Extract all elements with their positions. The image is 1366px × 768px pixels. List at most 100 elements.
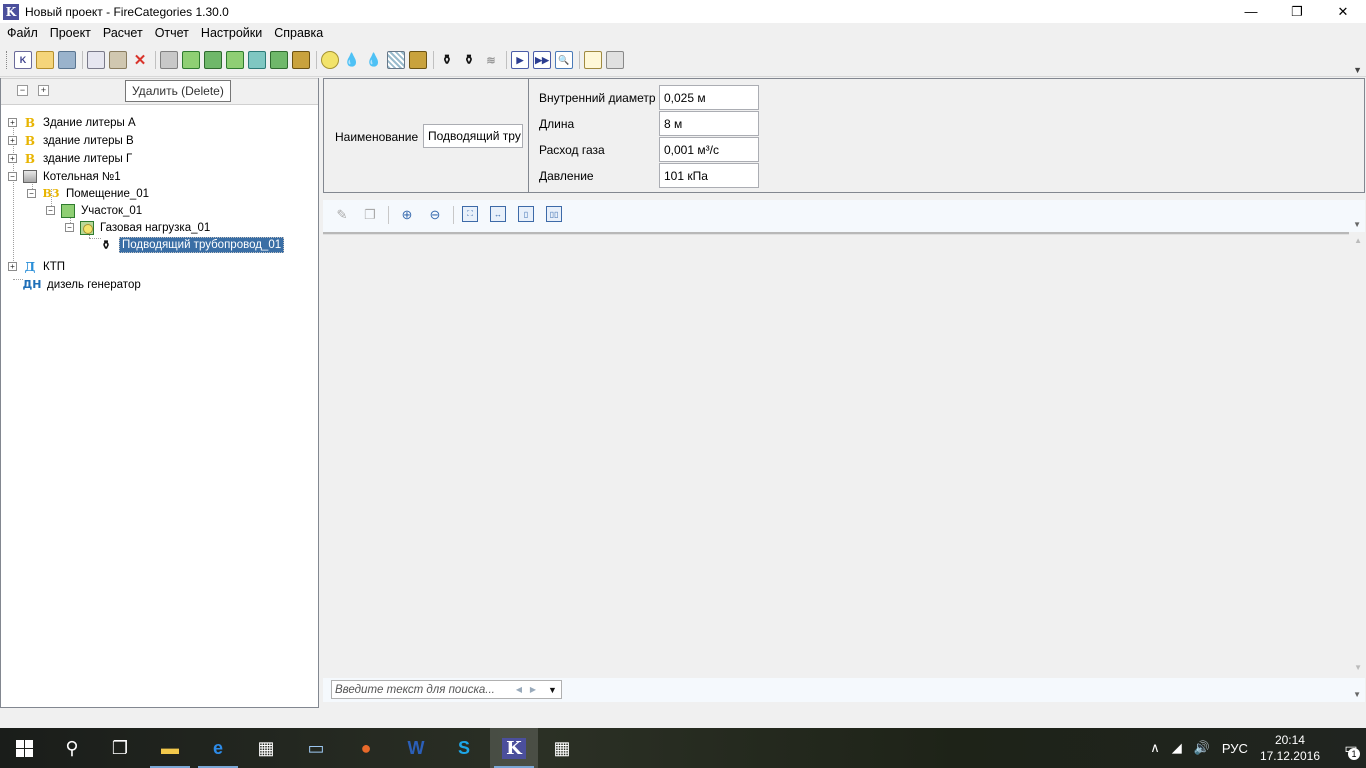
room-icon[interactable]: [204, 51, 222, 69]
two-pages-icon[interactable]: ▯▯: [546, 206, 562, 222]
tree-item[interactable]: − Участок_01: [46, 202, 142, 219]
outdoor-icon[interactable]: [270, 51, 288, 69]
expand-all-button[interactable]: +: [38, 85, 49, 96]
paste-icon[interactable]: [109, 51, 127, 69]
inner-diameter-label: Внутренний диаметр: [539, 91, 656, 105]
firefox-icon[interactable]: ●: [342, 728, 390, 768]
menu-help[interactable]: Справка: [269, 26, 328, 40]
edge-icon[interactable]: e: [194, 728, 242, 768]
minimize-button[interactable]: —: [1228, 0, 1274, 23]
menu-project[interactable]: Проект: [45, 26, 96, 40]
menu-settings[interactable]: Настройки: [196, 26, 267, 40]
length-field[interactable]: 8 м: [659, 111, 759, 136]
language-indicator[interactable]: РУС: [1222, 741, 1248, 756]
maximize-button[interactable]: ❐: [1274, 0, 1320, 23]
search-input[interactable]: Введите текст для поиска...: [332, 684, 512, 696]
task-view-icon[interactable]: ❐: [96, 728, 144, 768]
area-icon[interactable]: [248, 51, 266, 69]
cart-icon[interactable]: [409, 51, 427, 69]
fit-page-icon[interactable]: ⛶: [462, 206, 478, 222]
open-icon[interactable]: [36, 51, 54, 69]
search-next-icon[interactable]: ▶: [526, 685, 540, 694]
copy-page-icon[interactable]: ❐: [360, 206, 380, 224]
run-icon[interactable]: ▶: [511, 51, 529, 69]
tree-item[interactable]: + В здание литеры В: [8, 132, 134, 149]
save-icon[interactable]: [58, 51, 76, 69]
word-icon[interactable]: W: [392, 728, 440, 768]
run-all-icon[interactable]: ▶▶: [533, 51, 551, 69]
report-icon[interactable]: [584, 51, 602, 69]
tree-item[interactable]: − В3 Помещение_01: [27, 185, 149, 202]
print-icon[interactable]: ✎: [332, 206, 352, 224]
menu-report[interactable]: Отчет: [150, 26, 194, 40]
clock[interactable]: 20:14 17.12.2016: [1260, 732, 1320, 764]
scroll-down-icon[interactable]: ▼: [1354, 663, 1362, 672]
tree-item[interactable]: ДН дизель генератор: [23, 276, 141, 293]
expand-icon[interactable]: +: [8, 154, 17, 163]
tree-item[interactable]: + В Здание литеры А: [8, 114, 136, 131]
search-prev-icon[interactable]: ◀: [512, 685, 526, 694]
menu-file[interactable]: Файл: [2, 26, 43, 40]
search-icon[interactable]: ⚲: [48, 728, 96, 768]
search-bar-overflow-icon[interactable]: ▼: [1353, 690, 1361, 699]
flammable-icon[interactable]: [321, 51, 339, 69]
tree-item-selected[interactable]: ⚱ Подводящий трубопровод_01: [99, 236, 285, 253]
collapse-all-button[interactable]: −: [17, 85, 28, 96]
equipment-icon[interactable]: [292, 51, 310, 69]
collapse-icon[interactable]: −: [65, 223, 74, 232]
main-toolbar: K ✕ 💧 💧 ⚱ ⚱ ≋ ▶ ▶▶ 🔍 ▼: [0, 43, 1366, 77]
collapse-icon[interactable]: −: [46, 206, 55, 215]
file-explorer-icon[interactable]: ▬: [146, 728, 194, 768]
store-icon[interactable]: ▦: [242, 728, 290, 768]
pipe-icon[interactable]: ⚱: [438, 51, 456, 69]
single-page-icon[interactable]: ▯: [518, 206, 534, 222]
tree-item[interactable]: − Котельная №1: [8, 168, 121, 185]
menu-calculation[interactable]: Расчет: [98, 26, 148, 40]
close-button[interactable]: ✕: [1320, 0, 1366, 23]
water-drops-icon[interactable]: 💧: [365, 51, 383, 69]
zoom-icon[interactable]: 🔍: [555, 51, 573, 69]
firecategories-taskbar-icon[interactable]: K: [490, 728, 538, 768]
delete-icon[interactable]: ✕: [131, 51, 149, 69]
toolbar-overflow-icon[interactable]: ▼: [1353, 65, 1362, 75]
computer-icon[interactable]: ▭: [292, 728, 340, 768]
fit-width-icon[interactable]: ↔: [490, 206, 506, 222]
calculator-icon[interactable]: ▦: [538, 728, 586, 768]
search-dropdown-icon[interactable]: ▼: [544, 681, 561, 698]
liquid-icon[interactable]: 💧: [343, 51, 361, 69]
menu-bar: Файл Проект Расчет Отчет Настройки Справ…: [0, 23, 1366, 43]
show-hidden-icons-icon[interactable]: ∧: [1150, 740, 1160, 756]
zoom-in-icon[interactable]: ⊕: [397, 206, 417, 224]
tree-item[interactable]: + Д КТП: [8, 258, 65, 275]
collapse-icon[interactable]: −: [8, 172, 17, 181]
network-icon[interactable]: ◢: [1172, 740, 1182, 756]
building-icon[interactable]: [160, 51, 178, 69]
expand-icon[interactable]: +: [8, 262, 17, 271]
toolbar-grip[interactable]: [6, 51, 9, 69]
volume-icon[interactable]: 🔊: [1194, 740, 1210, 756]
pressure-field[interactable]: 101 кПа: [659, 163, 759, 188]
gas-load-icon[interactable]: [226, 51, 244, 69]
name-field[interactable]: Подводящий тру: [423, 124, 523, 148]
viewer-toolbar-overflow-icon[interactable]: ▼: [1353, 220, 1361, 229]
pipe2-icon[interactable]: ⚱: [460, 51, 478, 69]
start-button[interactable]: [0, 728, 48, 768]
expand-icon[interactable]: +: [8, 136, 17, 145]
expand-icon[interactable]: +: [8, 118, 17, 127]
new-project-icon[interactable]: K: [14, 51, 32, 69]
zoom-out-icon[interactable]: ⊖: [425, 206, 445, 224]
fan-icon[interactable]: ≋: [482, 51, 500, 69]
tree-item[interactable]: + В здание литеры Г: [8, 150, 132, 167]
add-building-icon[interactable]: [182, 51, 200, 69]
skype-icon[interactable]: S: [440, 728, 488, 768]
report-table-icon[interactable]: [606, 51, 624, 69]
collapse-icon[interactable]: −: [27, 189, 36, 198]
copy-icon[interactable]: [87, 51, 105, 69]
gas-flow-field[interactable]: 0,001 м³/с: [659, 137, 759, 162]
dust-icon[interactable]: [387, 51, 405, 69]
windows-taskbar: ⚲ ❐ ▬ e ▦ ▭ ● W S K ▦ ∧ ◢ 🔊 РУС 20:14 17…: [0, 728, 1366, 768]
inner-diameter-field[interactable]: 0,025 м: [659, 85, 759, 110]
scroll-up-icon[interactable]: ▲: [1354, 236, 1362, 245]
tree-item[interactable]: − Газовая нагрузка_01: [65, 219, 210, 236]
action-center-icon[interactable]: ▭ 1: [1336, 728, 1366, 768]
